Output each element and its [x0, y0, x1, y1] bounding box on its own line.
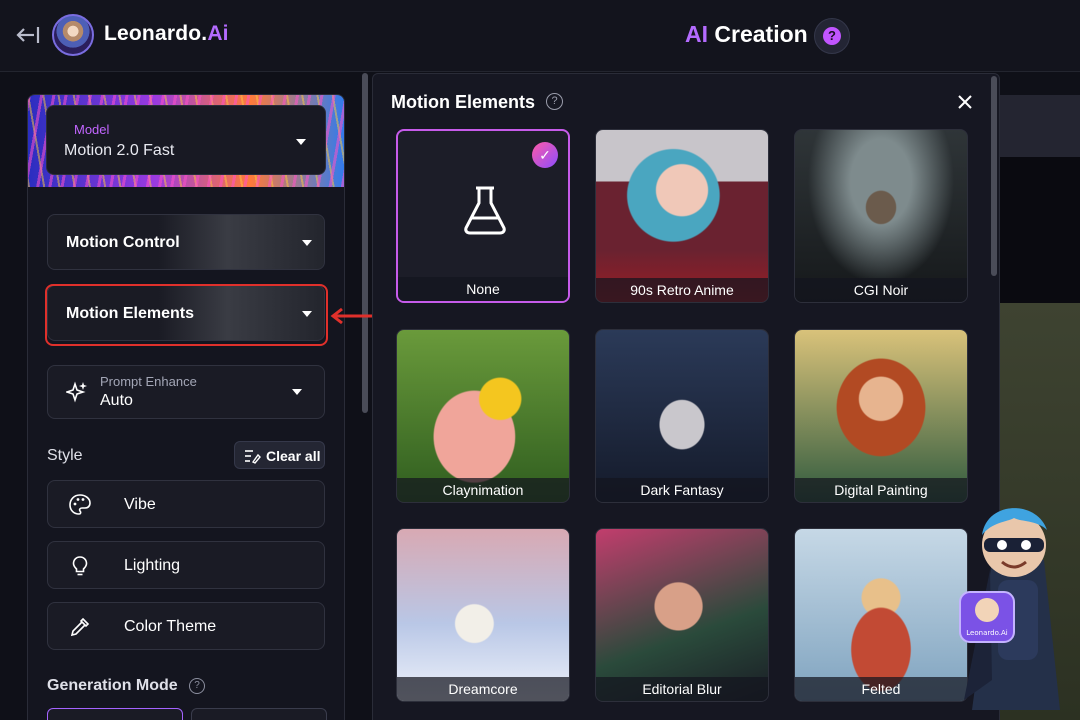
element-tile-editorial-blur[interactable]: Editorial Blur [595, 528, 769, 702]
lightbulb-icon [72, 556, 88, 576]
model-label: Model [74, 122, 110, 137]
motion-control-button[interactable]: Motion Control [47, 214, 325, 270]
element-tile-90s-retro-anime[interactable]: 90s Retro Anime [595, 129, 769, 303]
eyedropper-icon [70, 617, 90, 637]
top-bar: Leonardo.Ai AI Creation ? [0, 0, 1080, 72]
arrow-left-icon [330, 307, 376, 325]
left-scrollbar[interactable] [362, 73, 368, 413]
mascot-badge-text: Leonardo.Ai [966, 629, 1007, 637]
vibe-label: Vibe [124, 496, 156, 513]
motion-elements-modal: Motion Elements ? ✓ None 90s Retro Anime… [372, 73, 1000, 720]
element-tile-cgi-noir[interactable]: CGI Noir [794, 129, 968, 303]
color-theme-label: Color Theme [124, 618, 217, 635]
prompt-enhance-value: Auto [100, 392, 133, 409]
back-arrow-icon[interactable] [14, 22, 42, 48]
tile-caption: Digital Painting [795, 478, 967, 502]
clear-all-button[interactable]: Clear all [234, 441, 325, 469]
brand-name: Leonardo.Ai [104, 22, 229, 46]
title-ai: AI [685, 21, 708, 47]
info-icon[interactable]: ? [189, 678, 205, 694]
flask-icon [464, 186, 506, 235]
leonardo-logo[interactable] [52, 14, 94, 56]
sparkle-icon [66, 381, 87, 403]
tile-caption: None [398, 277, 568, 301]
prompt-enhance-select[interactable]: Prompt Enhance Auto [47, 365, 325, 419]
generation-mode-heading: Generation Mode [47, 677, 178, 694]
clear-all-label: Clear all [266, 448, 321, 464]
tile-caption: Felted [795, 677, 967, 701]
brand-ai: Ai [207, 22, 229, 45]
generation-mode-tab-fast[interactable] [47, 708, 183, 720]
prompt-enhance-label: Prompt Enhance [100, 374, 197, 389]
tile-caption: Dark Fantasy [596, 478, 768, 502]
help-button[interactable]: ? [814, 18, 850, 54]
page-title: AI Creation [685, 21, 808, 48]
palette-icon [69, 494, 91, 515]
element-tile-felted[interactable]: Felted [794, 528, 968, 702]
canvas-area [1000, 157, 1080, 303]
style-vibe-button[interactable]: Vibe [47, 480, 325, 528]
style-lighting-button[interactable]: Lighting [47, 541, 325, 589]
model-banner: Model Motion 2.0 Fast [28, 95, 344, 187]
tile-caption: Claynimation [397, 478, 569, 502]
brand-main: Leonardo. [104, 22, 208, 45]
element-tile-none[interactable]: ✓ None [396, 129, 570, 303]
generation-settings-panel: Model Motion 2.0 Fast Motion Control Mot… [27, 94, 345, 720]
motion-control-label: Motion Control [66, 234, 180, 251]
element-tile-dreamcore[interactable]: Dreamcore [396, 528, 570, 702]
tile-caption: CGI Noir [795, 278, 967, 302]
mascot-illustration: Leonardo.Ai [959, 508, 1060, 710]
model-selector[interactable]: Model Motion 2.0 Fast [46, 105, 326, 175]
question-icon: ? [823, 27, 841, 45]
check-icon: ✓ [532, 142, 558, 168]
tile-caption: 90s Retro Anime [596, 278, 768, 302]
tile-caption: Dreamcore [397, 677, 569, 701]
highlight-box [45, 284, 328, 346]
chevron-down-icon [292, 389, 302, 395]
title-rest: Creation [708, 21, 808, 47]
element-tile-claynimation[interactable]: Claynimation [396, 329, 570, 503]
modal-scrollbar[interactable] [991, 76, 997, 276]
clear-list-icon [245, 450, 261, 464]
lighting-label: Lighting [124, 557, 181, 574]
modal-title: Motion Elements [391, 92, 536, 112]
element-tile-digital-painting[interactable]: Digital Painting [794, 329, 968, 503]
element-tile-dark-fantasy[interactable]: Dark Fantasy [595, 329, 769, 503]
style-color-theme-button[interactable]: Color Theme [47, 602, 325, 650]
style-heading: Style [47, 447, 83, 464]
info-icon[interactable]: ? [546, 93, 563, 110]
chevron-down-icon [302, 240, 312, 246]
model-value: Motion 2.0 Fast [64, 142, 175, 159]
canvas-toolbar [1000, 95, 1080, 157]
generation-mode-tab-quality[interactable] [191, 708, 327, 720]
tile-caption: Editorial Blur [596, 677, 768, 701]
close-icon[interactable] [955, 92, 975, 112]
chevron-down-icon [296, 139, 306, 145]
